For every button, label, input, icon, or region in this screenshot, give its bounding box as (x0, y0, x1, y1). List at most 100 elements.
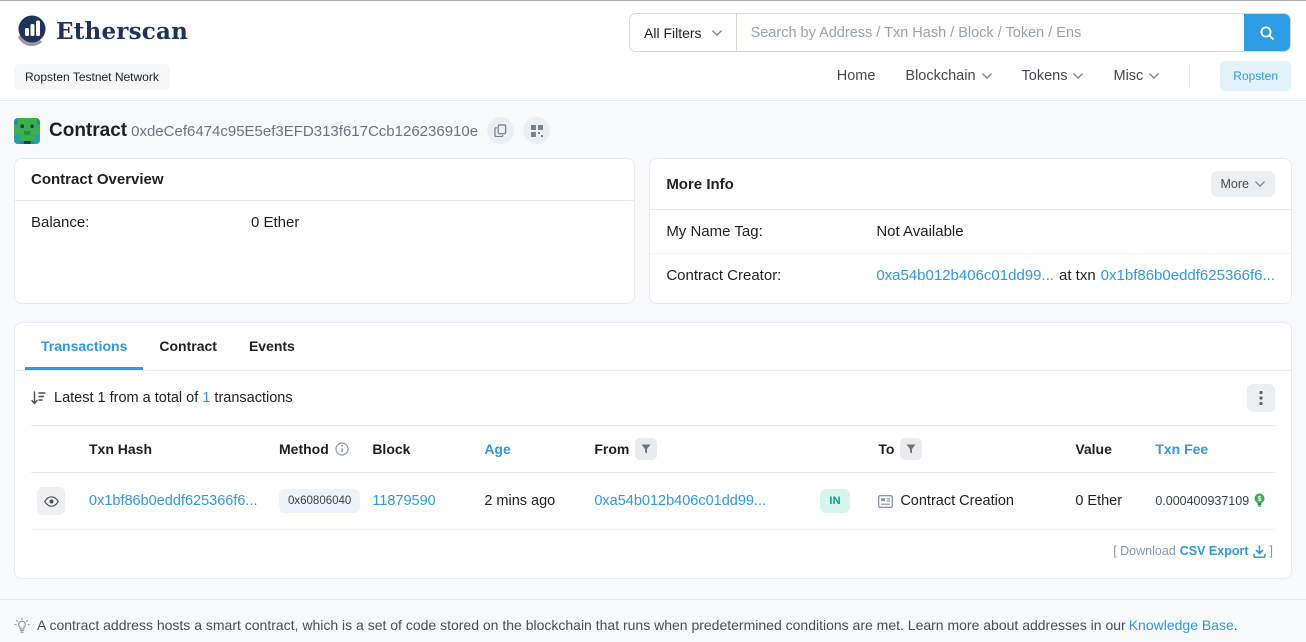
qr-code-button[interactable] (523, 117, 550, 144)
contract-creator-row: Contract Creator: 0xa54b012b406c01dd99..… (650, 253, 1291, 297)
from-address-link[interactable]: 0xa54b012b406c01dd99... (594, 493, 766, 509)
search-bar: All Filters (629, 13, 1291, 52)
copy-address-button[interactable] (487, 117, 514, 144)
nav-item-home[interactable]: Home (837, 68, 876, 84)
search-filter-label: All Filters (644, 25, 702, 41)
page-title: Contract0xdeCef6474c95E5ef3EFD313f617Ccb… (49, 120, 478, 142)
contract-creator-label: Contract Creator: (666, 267, 876, 284)
qr-code-icon (531, 125, 543, 137)
col-from: From (588, 426, 814, 473)
txn-fee-value: 0.000400937109 (1155, 494, 1249, 508)
col-value: Value (1069, 426, 1149, 473)
more-dropdown-button[interactable]: More (1211, 171, 1275, 197)
age-cell: 2 mins ago (478, 473, 588, 530)
chevron-down-icon (982, 73, 992, 79)
col-direction (814, 426, 872, 473)
table-options-button[interactable] (1247, 384, 1275, 412)
knowledge-base-link[interactable]: Knowledge Base (1129, 617, 1234, 633)
chevron-down-icon (1149, 73, 1159, 79)
tip-lightbulb-icon (14, 618, 30, 634)
funnel-icon (641, 444, 651, 454)
search-filter-select[interactable]: All Filters (630, 14, 737, 51)
col-age: Age (478, 426, 588, 473)
txn-hash-link[interactable]: 0x1bf86b0eddf625366f6... (89, 493, 258, 509)
col-block: Block (366, 426, 478, 473)
balance-label: Balance: (31, 214, 251, 231)
txn-preview-button[interactable] (37, 487, 65, 515)
search-input[interactable] (737, 14, 1244, 51)
nav-misc-label: Misc (1113, 68, 1143, 84)
value-cell: 0 Ether (1069, 473, 1149, 530)
etherscan-logo-text: Etherscan (56, 18, 188, 45)
download-suffix: ] (1270, 544, 1273, 558)
footer-period: . (1234, 617, 1238, 633)
network-badge: Ropsten Testnet Network (14, 64, 170, 90)
col-txn-hash: Txn Hash (83, 426, 273, 473)
col-to: To (872, 426, 1069, 473)
name-tag-row: My Name Tag: Not Available (650, 210, 1291, 253)
contract-overview-header: Contract Overview (15, 159, 634, 201)
creator-txn-link[interactable]: 0x1bf86b0eddf625366f6... (1101, 267, 1275, 284)
network-selector-button[interactable]: Ropsten (1220, 61, 1291, 91)
page-title-section: Contract0xdeCef6474c95E5ef3EFD313f617Ccb… (0, 101, 1306, 158)
nav-blockchain-label: Blockchain (905, 68, 975, 84)
tab-events[interactable]: Events (233, 323, 311, 370)
footer-note: A contract address hosts a smart contrac… (0, 600, 1306, 642)
search-icon (1259, 25, 1275, 41)
sort-icon (31, 391, 46, 405)
col-method: Method (273, 426, 366, 473)
txn-fee-header-toggle[interactable]: Txn Fee (1155, 441, 1208, 457)
creator-address-link[interactable]: 0xa54b012b406c01dd99... (876, 267, 1054, 284)
info-icon[interactable] (335, 442, 349, 456)
more-button-label: More (1221, 177, 1249, 191)
method-badge: 0x60806040 (279, 489, 360, 513)
nav-home-label: Home (837, 68, 876, 84)
contract-doc-icon (878, 495, 893, 508)
to-filter-button[interactable] (900, 438, 922, 460)
eye-icon (44, 496, 59, 507)
at-txn-label: at txn (1059, 267, 1096, 284)
tab-bar: Transactions Contract Events (15, 323, 1291, 371)
csv-export-link[interactable]: CSV Export (1180, 544, 1266, 558)
block-link[interactable]: 11879590 (372, 493, 435, 509)
summary-count-link[interactable]: 1 (202, 390, 210, 406)
from-header-label: From (594, 441, 629, 457)
main-nav: Home Blockchain Tokens Misc Ropsten (837, 59, 1291, 93)
to-contract-creation: Contract Creation (900, 493, 1014, 509)
nav-item-blockchain[interactable]: Blockchain (905, 68, 991, 84)
overview-cards: Contract Overview Balance: 0 Ether More … (0, 158, 1306, 304)
transactions-card: Transactions Contract Events Latest 1 fr… (14, 322, 1292, 579)
summary-prefix: Latest 1 from a total of (54, 390, 198, 406)
etherscan-logo[interactable]: Etherscan (14, 13, 188, 49)
gas-price-bulb-icon[interactable]: $ (1253, 493, 1266, 509)
nav-item-tokens[interactable]: Tokens (1022, 68, 1084, 84)
footer-note-text: A contract address hosts a smart contrac… (37, 617, 1238, 633)
transactions-summary-row: Latest 1 from a total of 1 transactions (15, 371, 1291, 425)
transactions-table: Txn Hash Method Block Age Fro (31, 425, 1275, 530)
tab-transactions[interactable]: Transactions (25, 323, 143, 370)
from-filter-button[interactable] (635, 438, 657, 460)
nav-tokens-label: Tokens (1022, 68, 1068, 84)
name-tag-value: Not Available (876, 223, 963, 240)
contract-identicon (14, 118, 40, 144)
more-info-header: More Info More (650, 159, 1291, 210)
col-eye (31, 426, 83, 473)
kebab-icon (1259, 391, 1263, 405)
direction-badge: IN (820, 489, 850, 513)
nav-item-misc[interactable]: Misc (1113, 68, 1159, 84)
age-header-toggle[interactable]: Age (484, 441, 510, 457)
method-header-label: Method (279, 441, 329, 457)
tab-contract[interactable]: Contract (143, 323, 233, 370)
contract-address: 0xdeCef6474c95E5ef3EFD313f617Ccb12623691… (131, 123, 478, 140)
svg-text:$: $ (1258, 496, 1262, 503)
summary-suffix: transactions (214, 390, 292, 406)
search-button[interactable] (1244, 14, 1290, 51)
balance-value: 0 Ether (251, 214, 299, 231)
nav-divider (1189, 63, 1190, 89)
name-tag-label: My Name Tag: (666, 223, 876, 240)
chevron-down-icon (1073, 73, 1083, 79)
download-prefix: [ Download (1113, 544, 1176, 558)
table-row: 0x1bf86b0eddf625366f6... 0x60806040 1187… (31, 473, 1275, 530)
more-info-title: More Info (666, 176, 734, 193)
funnel-icon (906, 444, 916, 454)
